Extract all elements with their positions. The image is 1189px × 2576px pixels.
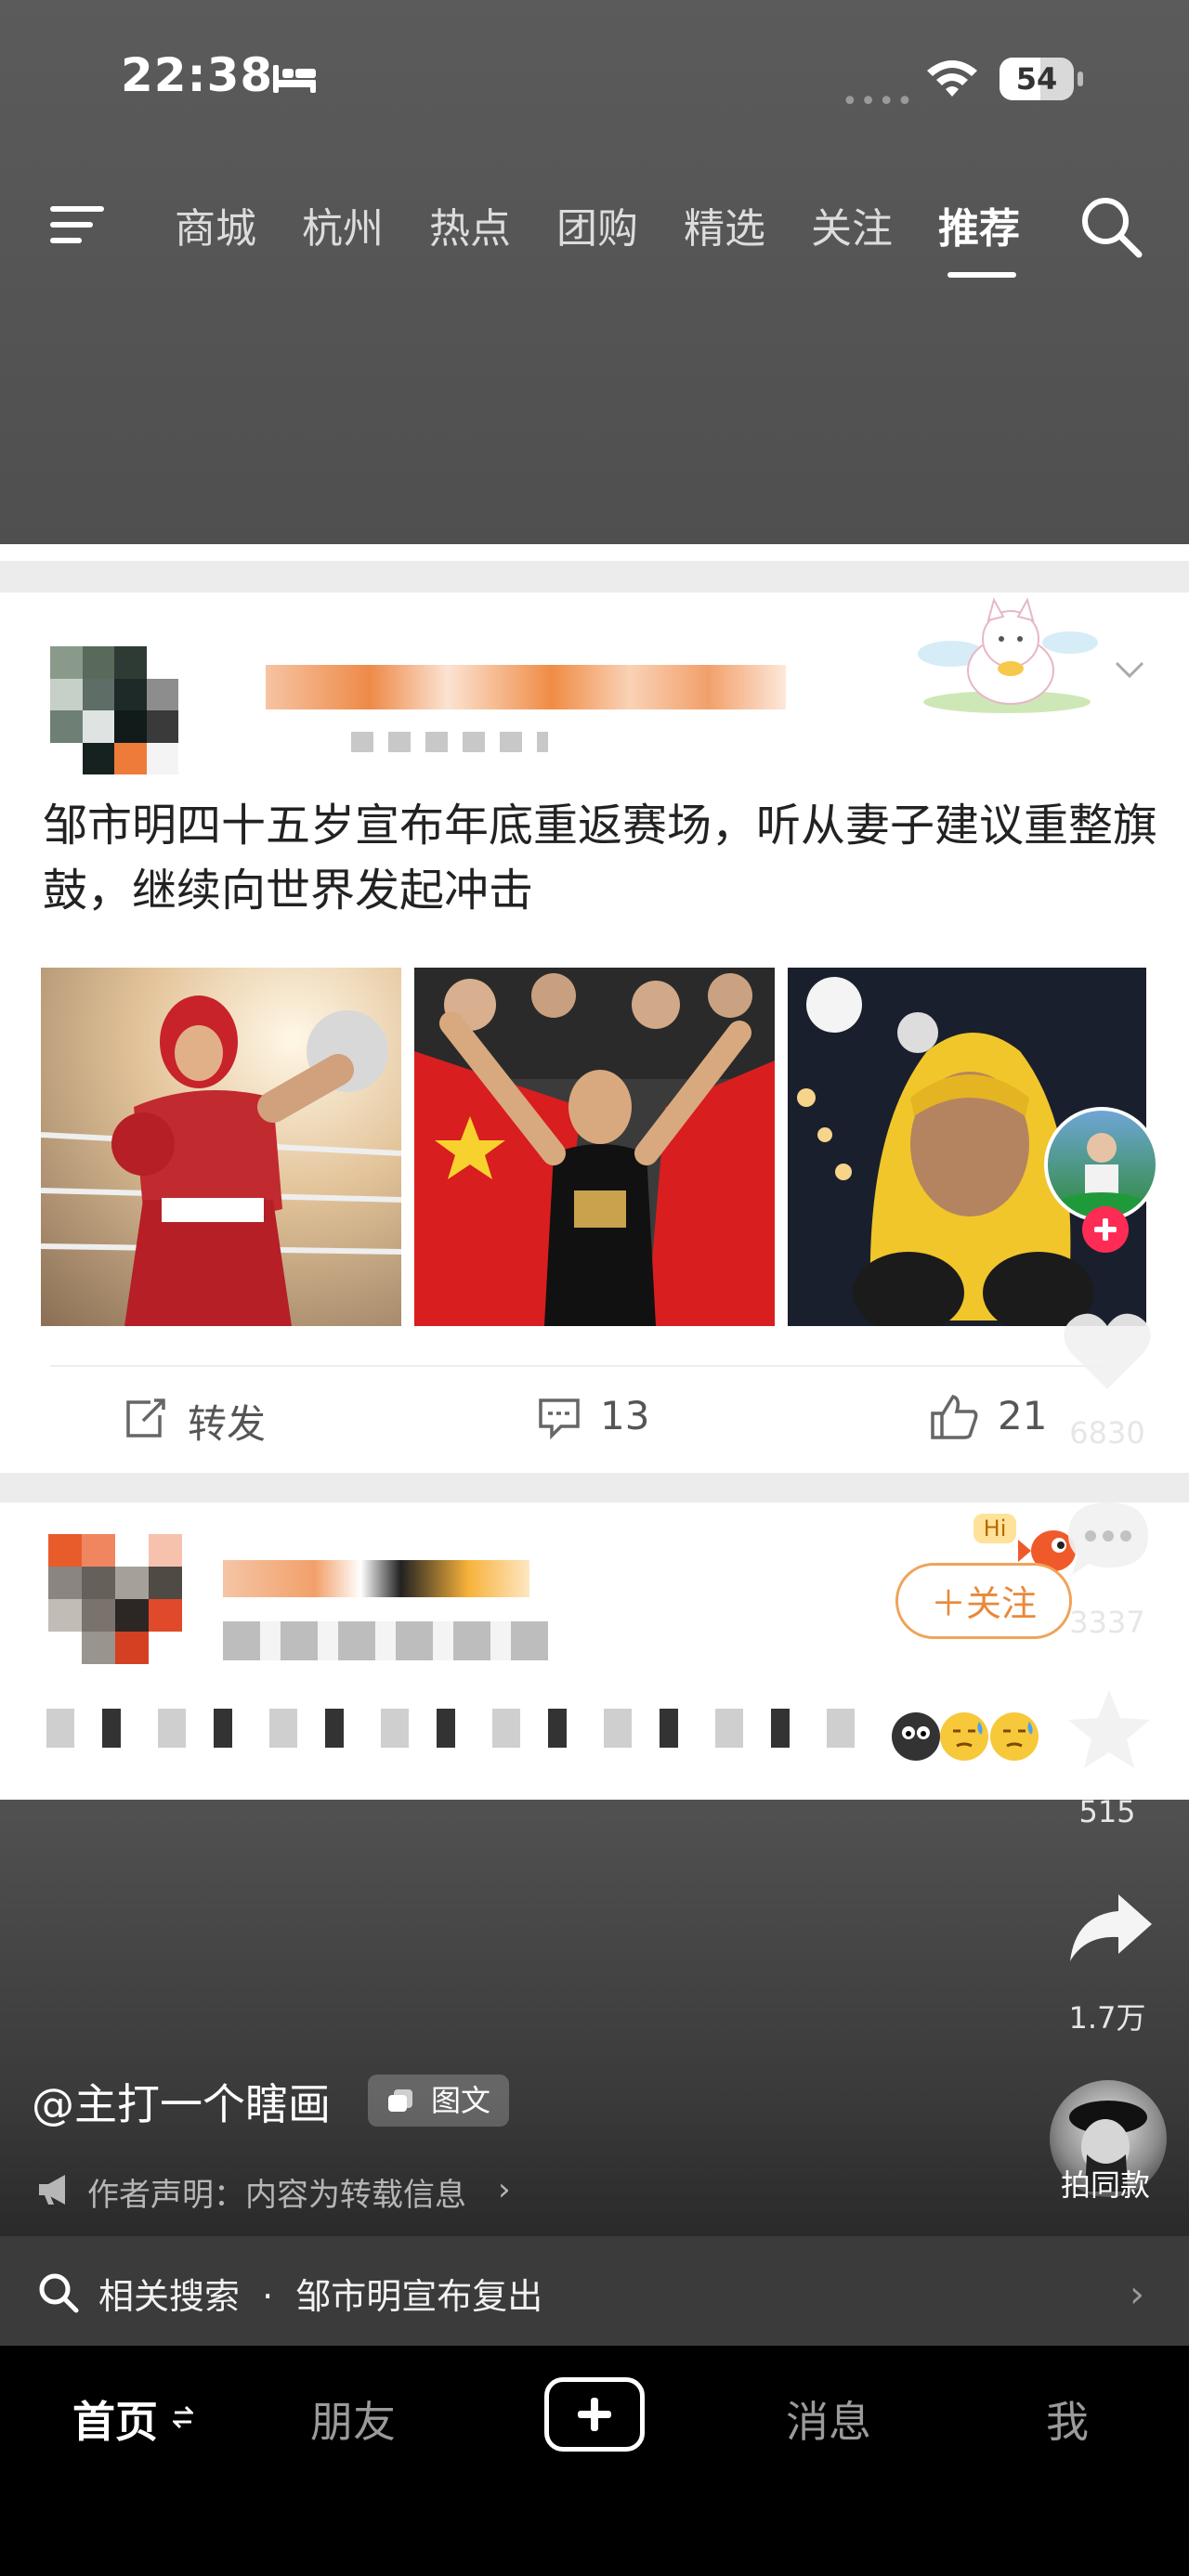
username-redacted (223, 1560, 529, 1597)
like-count-post[interactable]: 21 (998, 1393, 1047, 1438)
plus-icon (578, 2398, 611, 2431)
cellular-signal-icon: •••• (842, 85, 915, 118)
tab-friends[interactable]: 朋友 (310, 2388, 396, 2450)
chevron-down-icon[interactable] (1111, 650, 1148, 687)
thumbs-up-icon[interactable] (929, 1393, 979, 1441)
star-icon[interactable] (1065, 1686, 1154, 1772)
follow-plus-icon[interactable] (1081, 1205, 1130, 1254)
sleep-focus-icon (273, 65, 316, 93)
active-tab-indicator (947, 272, 1016, 278)
post-text: 邹市明四十五岁宣布年底重返赛场，听从妻子建议重整旗鼓，继续向世界发起冲击 (43, 800, 1158, 917)
heart-icon[interactable] (1061, 1308, 1154, 1393)
tag-label: 图文 (431, 2083, 491, 2118)
boxer-image-icon (41, 995, 401, 1326)
tab-hangzhou[interactable]: 杭州 (302, 195, 384, 254)
tab-me[interactable]: 我 (1046, 2388, 1089, 2450)
battery-level: 54 (1015, 61, 1058, 97)
meta-redacted (351, 732, 548, 752)
comment-bubble-icon[interactable] (1065, 1497, 1152, 1579)
menu-icon[interactable] (48, 202, 106, 247)
tab-featured[interactable]: 精选 (684, 195, 765, 254)
cat-sticker-icon (918, 597, 1098, 713)
switch-arrows-icon[interactable] (173, 2403, 193, 2431)
author-name[interactable]: @主打一个瞎画 (32, 2071, 331, 2132)
photo-boxer-2[interactable] (414, 968, 775, 1326)
emoji-icon (892, 1712, 1039, 1761)
like-count: 6830 (1069, 1415, 1145, 1451)
divider (50, 1365, 1104, 1367)
tab-mall[interactable]: 商城 (175, 195, 256, 254)
favorite-count: 515 (1078, 1794, 1136, 1829)
same-style-label[interactable]: 拍同款 (1040, 2162, 1170, 2205)
search-icon[interactable] (1078, 193, 1144, 260)
tab-recommended[interactable]: 推荐 (938, 195, 1020, 254)
comment-count-rail: 3337 (1069, 1605, 1145, 1640)
comment-count[interactable]: 13 (600, 1393, 649, 1438)
repost-button[interactable]: 转发 (188, 1393, 266, 1450)
tab-hot[interactable]: 热点 (429, 195, 511, 254)
author-declaration[interactable]: 作者声明：内容为转载信息 (87, 2169, 466, 2215)
tab-messages[interactable]: 消息 (786, 2388, 871, 2450)
image-text-icon (388, 2089, 412, 2112)
divider (0, 561, 1189, 592)
wifi-icon (927, 60, 977, 97)
status-time: 22:38 (121, 48, 274, 102)
megaphone-icon (39, 2175, 65, 2205)
chevron-right-icon[interactable]: › (498, 2171, 511, 2208)
related-query: 邹市明宣布复出 (295, 2276, 543, 2317)
username-redacted (266, 665, 786, 709)
battery-icon: 54 (1000, 58, 1083, 102)
related-label: 相关搜索 (98, 2276, 241, 2317)
share-edit-icon[interactable] (123, 1397, 167, 1439)
meta-redacted (223, 1621, 548, 1660)
create-button[interactable] (544, 2377, 645, 2452)
search-icon (39, 2273, 79, 2313)
comment-icon[interactable] (537, 1397, 581, 1439)
divider (0, 1473, 1189, 1503)
related-search-text[interactable]: 相关搜索 · 邹市明宣布复出 (98, 2268, 542, 2319)
share-count: 1.7万 (1068, 2000, 1146, 2036)
tab-group-buy[interactable]: 团购 (556, 195, 638, 254)
photo-boxer-1[interactable] (41, 968, 401, 1326)
avatar (50, 646, 178, 774)
flag-celebration-image-icon (414, 968, 775, 1326)
tab-home[interactable]: 首页 (72, 2388, 158, 2450)
hi-sticker: Hi (973, 1514, 1016, 1543)
tab-following[interactable]: 关注 (811, 195, 893, 254)
post-text-redacted (46, 1709, 879, 1748)
share-arrow-icon[interactable] (1066, 1891, 1156, 1965)
separator-dot: · (262, 2276, 274, 2317)
avatar (48, 1534, 182, 1664)
content-type-tag: 图文 (368, 2075, 510, 2127)
chevron-right-icon[interactable]: › (1130, 2273, 1144, 2316)
